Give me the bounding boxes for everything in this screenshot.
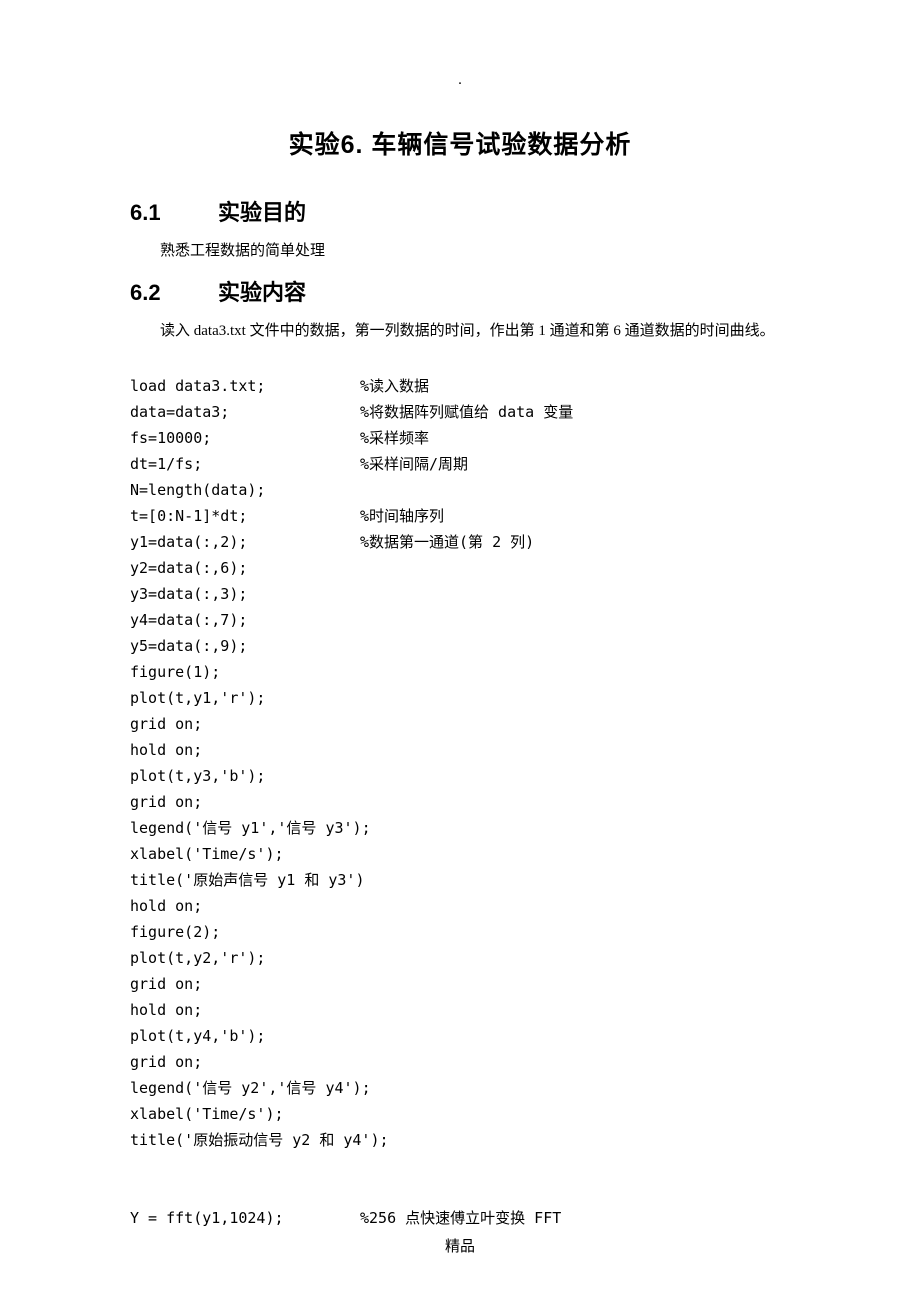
document-title: 实验6. 车辆信号试验数据分析 (130, 125, 790, 161)
section-6-1: 6.1 实验目的 熟悉工程数据的简单处理 (130, 195, 790, 265)
code-line: N=length(data); (130, 477, 790, 503)
code-comment: %时间轴序列 (360, 503, 444, 529)
code-comment: %256 点快速傅立叶变换 FFT (360, 1205, 561, 1231)
code-blank-line (130, 1179, 790, 1205)
code-comment: %采样频率 (360, 425, 429, 451)
code-blank-line (130, 1153, 790, 1179)
code-line: grid on; (130, 1049, 790, 1075)
code-line: y2=data(:,6); (130, 555, 790, 581)
code-statement: figure(2); (130, 919, 360, 945)
code-line: grid on; (130, 971, 790, 997)
code-line: y1=data(:,2);%数据第一通道(第 2 列) (130, 529, 790, 555)
code-statement: plot(t,y4,'b'); (130, 1023, 360, 1049)
section-6-1-title: 实验目的 (218, 195, 306, 227)
code-line: hold on; (130, 997, 790, 1023)
code-comment: %读入数据 (360, 373, 429, 399)
code-line: grid on; (130, 711, 790, 737)
code-line: plot(t,y2,'r'); (130, 945, 790, 971)
code-statement: N=length(data); (130, 477, 360, 503)
code-statement: figure(1); (130, 659, 360, 685)
section-6-1-text: 熟悉工程数据的简单处理 (130, 237, 790, 265)
code-statement: hold on; (130, 737, 360, 763)
code-line: hold on; (130, 737, 790, 763)
code-line: y4=data(:,7); (130, 607, 790, 633)
code-line: title('原始声信号 y1 和 y3') (130, 867, 790, 893)
code-statement: xlabel('Time/s'); (130, 1101, 360, 1127)
code-line: grid on; (130, 789, 790, 815)
code-statement: grid on; (130, 1049, 360, 1075)
code-line: legend('信号 y1','信号 y3'); (130, 815, 790, 841)
code-line: plot(t,y4,'b'); (130, 1023, 790, 1049)
code-statement: y2=data(:,6); (130, 555, 360, 581)
code-statement: grid on; (130, 711, 360, 737)
code-block: load data3.txt;%读入数据data=data3;%将数据阵列赋值给… (130, 373, 790, 1231)
code-line: plot(t,y3,'b'); (130, 763, 790, 789)
code-comment: %将数据阵列赋值给 data 变量 (360, 399, 573, 425)
section-6-2-text: 读入 data3.txt 文件中的数据，第一列数据的时间，作出第 1 通道和第 … (130, 317, 790, 345)
code-line: legend('信号 y2','信号 y4'); (130, 1075, 790, 1101)
code-line: y3=data(:,3); (130, 581, 790, 607)
code-statement: grid on; (130, 789, 360, 815)
code-statement: hold on; (130, 893, 360, 919)
code-statement: plot(t,y2,'r'); (130, 945, 360, 971)
code-statement: fs=10000; (130, 425, 360, 451)
section-6-1-number: 6.1 (130, 200, 218, 226)
code-statement: load data3.txt; (130, 373, 360, 399)
code-comment: %数据第一通道(第 2 列) (360, 529, 534, 555)
code-statement: y5=data(:,9); (130, 633, 360, 659)
code-statement: legend('信号 y1','信号 y3'); (130, 815, 360, 841)
code-line: hold on; (130, 893, 790, 919)
code-statement: plot(t,y1,'r'); (130, 685, 360, 711)
code-statement: xlabel('Time/s'); (130, 841, 360, 867)
code-statement: legend('信号 y2','信号 y4'); (130, 1075, 360, 1101)
section-6-2-number: 6.2 (130, 280, 218, 306)
code-statement: y3=data(:,3); (130, 581, 360, 607)
code-statement: y4=data(:,7); (130, 607, 360, 633)
code-line: plot(t,y1,'r'); (130, 685, 790, 711)
code-comment: %采样间隔/周期 (360, 451, 468, 477)
code-line: Y = fft(y1,1024);%256 点快速傅立叶变换 FFT (130, 1205, 790, 1231)
header-marker: . (130, 72, 790, 89)
section-6-2-header: 6.2 实验内容 (130, 275, 790, 307)
code-statement: plot(t,y3,'b'); (130, 763, 360, 789)
code-statement: dt=1/fs; (130, 451, 360, 477)
code-line: fs=10000;%采样频率 (130, 425, 790, 451)
code-line: load data3.txt;%读入数据 (130, 373, 790, 399)
page-footer: 精品 (0, 1235, 920, 1256)
code-line: t=[0:N-1]*dt;%时间轴序列 (130, 503, 790, 529)
code-statement: hold on; (130, 997, 360, 1023)
section-6-1-header: 6.1 实验目的 (130, 195, 790, 227)
code-statement: title('原始振动信号 y2 和 y4'); (130, 1127, 360, 1153)
section-6-2: 6.2 实验内容 读入 data3.txt 文件中的数据，第一列数据的时间，作出… (130, 275, 790, 345)
code-line: title('原始振动信号 y2 和 y4'); (130, 1127, 790, 1153)
code-line: y5=data(:,9); (130, 633, 790, 659)
code-statement: Y = fft(y1,1024); (130, 1205, 360, 1231)
code-line: figure(2); (130, 919, 790, 945)
code-line: figure(1); (130, 659, 790, 685)
code-statement: title('原始声信号 y1 和 y3') (130, 867, 360, 893)
code-line: dt=1/fs;%采样间隔/周期 (130, 451, 790, 477)
code-statement: grid on; (130, 971, 360, 997)
section-6-2-title: 实验内容 (218, 275, 306, 307)
code-line: xlabel('Time/s'); (130, 841, 790, 867)
code-line: xlabel('Time/s'); (130, 1101, 790, 1127)
code-statement: y1=data(:,2); (130, 529, 360, 555)
code-statement: data=data3; (130, 399, 360, 425)
code-statement: t=[0:N-1]*dt; (130, 503, 360, 529)
code-line: data=data3;%将数据阵列赋值给 data 变量 (130, 399, 790, 425)
